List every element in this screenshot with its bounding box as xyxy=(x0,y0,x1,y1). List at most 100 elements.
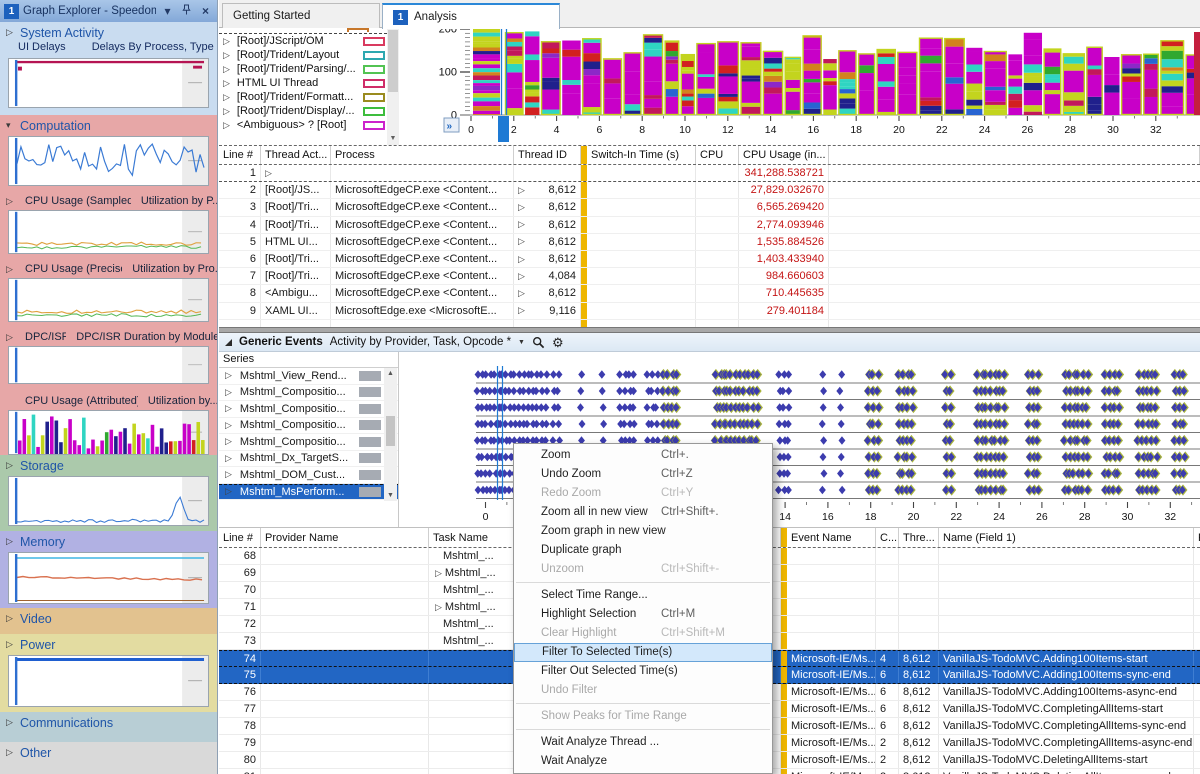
col-thread[interactable]: Thre... xyxy=(899,528,939,547)
thumbnail-memory[interactable] xyxy=(8,552,209,604)
tab-getting-started[interactable]: Getting Started xyxy=(222,3,380,28)
chevron-down-icon[interactable]: ▾ xyxy=(160,4,175,18)
legend-item[interactable]: ▷[Root]/JScript/OM xyxy=(219,34,387,48)
table-row[interactable]: 8<Ambigu...MicrosoftEdgeCP.exe <Content.… xyxy=(219,285,1200,302)
expander-icon[interactable]: ▷ xyxy=(518,288,525,299)
legend-item[interactable]: ▷HTML UI Thread xyxy=(219,76,387,90)
col-count[interactable]: C... xyxy=(876,528,899,547)
menu-item-wait-analyze[interactable]: Wait Analyze xyxy=(514,752,772,771)
col-name-field1[interactable]: Name (Field 1) xyxy=(939,528,1194,547)
preset-dropdown-icon[interactable]: ▼ xyxy=(518,339,525,346)
table-row[interactable]: 6[Root]/Tri...MicrosoftEdgeCP.exe <Conte… xyxy=(219,251,1200,268)
expander-icon[interactable]: ▷ xyxy=(265,168,272,179)
menu-item-zoom-graph-in-new-view[interactable]: Zoom graph in new view xyxy=(514,522,772,541)
section-title-storage[interactable]: ▷Storage xyxy=(0,455,217,474)
scrollbar-thumb[interactable] xyxy=(388,30,398,92)
col-f[interactable]: F... xyxy=(1194,528,1200,547)
expander-icon[interactable]: ▷ xyxy=(225,453,232,464)
expander-icon[interactable]: ▷ xyxy=(225,486,232,497)
section-title-power[interactable]: ▷Power xyxy=(0,634,217,653)
series-row[interactable]: ▷Mshtml_Dx_TargetS... xyxy=(219,451,398,468)
expander-icon[interactable]: ▷ xyxy=(225,436,232,447)
col-event-name[interactable]: Event Name xyxy=(787,528,876,547)
table-row[interactable]: 4[Root]/Tri...MicrosoftEdgeCP.exe <Conte… xyxy=(219,217,1200,234)
expander-icon[interactable]: ▷ xyxy=(223,50,230,61)
graph-caption-dpc-isr[interactable]: ▷DPC/ISRDPC/ISR Duration by Module... xyxy=(0,329,217,344)
table-row[interactable]: 1▷341,288.538721 xyxy=(219,165,1200,182)
table-row[interactable]: 5HTML UI...MicrosoftEdgeCP.exe <Content.… xyxy=(219,234,1200,251)
series-scrollbar[interactable]: ▲ ▼ xyxy=(384,368,397,501)
gear-icon[interactable]: ⚙ xyxy=(552,336,564,349)
expander-icon[interactable]: ▷ xyxy=(223,64,230,75)
menu-item-redo-zoom[interactable]: Redo ZoomCtrl+Y xyxy=(514,484,772,503)
col-switch-in-time[interactable]: Switch-In Time (s) xyxy=(587,146,696,164)
search-icon[interactable] xyxy=(532,336,545,349)
expander-icon[interactable]: ▷ xyxy=(435,568,442,579)
expander-icon[interactable]: ▷ xyxy=(225,469,232,480)
expander-icon[interactable]: ▷ xyxy=(518,271,525,282)
col-process[interactable]: Process xyxy=(331,146,514,164)
expander-icon[interactable]: ▷ xyxy=(223,106,230,117)
col-cpu[interactable]: CPU xyxy=(696,146,739,164)
legend-item[interactable]: ▷[Root]/Trident/Formatt... xyxy=(219,90,387,104)
col-cpu-usage[interactable]: CPU Usage (in...▼ xyxy=(739,146,829,164)
thumbnail-cpu-precise[interactable] xyxy=(8,278,209,322)
series-row[interactable]: ▷Mshtml_MsPerform... xyxy=(219,484,398,501)
collapse-icon[interactable] xyxy=(225,339,232,346)
table-row[interactable]: 2[Root]/JS...MicrosoftEdgeCP.exe <Conten… xyxy=(219,182,1200,199)
table-row[interactable]: 7[Root]/Tri...MicrosoftEdgeCP.exe <Conte… xyxy=(219,268,1200,285)
expander-icon[interactable]: ▷ xyxy=(223,120,230,131)
expander-icon[interactable]: ▷ xyxy=(518,185,525,196)
col-provider-name[interactable]: Provider Name xyxy=(261,528,429,547)
thumbnail-cpu-line[interactable] xyxy=(8,136,209,186)
section-title-video[interactable]: ▷Video xyxy=(0,608,217,627)
thumbnail-dpc-isr[interactable] xyxy=(8,346,209,384)
graph-caption-cpu-sampled[interactable]: ▷CPU Usage (Sampled)Utilization by P... xyxy=(0,193,217,208)
thumbnail-cpu-sampled[interactable] xyxy=(8,210,209,254)
menu-item-zoom-all-in-new-view[interactable]: Zoom all in new viewCtrl+Shift+. xyxy=(514,503,772,522)
menu-item-zoom[interactable]: ZoomCtrl+. xyxy=(514,446,772,465)
graph-caption-cpu-precise[interactable]: ▷CPU Usage (Precise)Utilization by Pro..… xyxy=(0,261,217,276)
thumbnail-power[interactable] xyxy=(8,655,209,707)
expander-icon[interactable]: ▷ xyxy=(518,219,525,230)
scroll-down-arrow[interactable]: ▼ xyxy=(384,490,397,501)
expander-icon[interactable]: ▷ xyxy=(223,78,230,89)
series-row[interactable]: ▷Mshtml_Compositio... xyxy=(219,418,398,435)
tab-analysis[interactable]: 1Analysis xyxy=(382,3,560,29)
expander-icon[interactable]: ▷ xyxy=(518,236,525,247)
expander-icon[interactable]: ▷ xyxy=(225,420,232,431)
expander-icon[interactable]: ▷ xyxy=(518,202,525,213)
legend-item[interactable]: ▷<Ambiguous> ? [Root] xyxy=(219,118,387,132)
col-thread-activity[interactable]: Thread Act... xyxy=(261,146,331,164)
legend-scrollbar[interactable]: ▼ xyxy=(387,28,399,145)
series-row[interactable]: ▷Mshtml_View_Rend... xyxy=(219,368,398,385)
col-thread-id[interactable]: Thread ID xyxy=(514,146,581,164)
expander-icon[interactable]: ▷ xyxy=(435,602,442,613)
table-row[interactable]: 3[Root]/Tri...MicrosoftEdgeCP.exe <Conte… xyxy=(219,199,1200,216)
section-title-other[interactable]: ▷Other xyxy=(0,742,217,761)
graph-caption-cpu-attributed[interactable]: CPU Usage (Attributed)Utilization by... xyxy=(0,393,217,408)
menu-item-undo-filter[interactable]: Undo Filter xyxy=(514,681,772,700)
table-row[interactable] xyxy=(219,320,1200,327)
section-title-system-activity[interactable]: ▷System Activity xyxy=(0,22,217,41)
expander-icon[interactable]: ▷ xyxy=(223,36,230,47)
expander-icon[interactable]: ▷ xyxy=(223,92,230,103)
thread-activity-chart[interactable]: 200100002468101214161820222426283032» xyxy=(399,28,1200,145)
menu-item-filter-out-selected-time-s[interactable]: Filter Out Selected Time(s) xyxy=(514,662,772,681)
legend-partial-row[interactable] xyxy=(219,28,387,34)
legend-item[interactable]: ▷[Root]/Trident/Layout xyxy=(219,48,387,62)
series-row[interactable]: ▷Mshtml_Compositio... xyxy=(219,385,398,402)
expander-icon[interactable]: ▷ xyxy=(518,305,525,316)
menu-item-select-time-range[interactable]: Select Time Range... xyxy=(514,586,772,605)
col-line[interactable]: Line # xyxy=(219,146,261,164)
expander-icon[interactable]: ▷ xyxy=(518,254,525,265)
expander-icon[interactable]: ▷ xyxy=(225,370,232,381)
table-row[interactable]: 9XAML UI...MicrosoftEdge.exe <MicrosoftE… xyxy=(219,303,1200,320)
pin-icon[interactable] xyxy=(179,4,194,18)
expander-icon[interactable]: ▷ xyxy=(225,403,232,414)
close-icon[interactable]: × xyxy=(198,4,213,18)
legend-item[interactable]: ▷[Root]/Trident/Display/... xyxy=(219,104,387,118)
thumbnail-ui-delays[interactable] xyxy=(8,58,209,108)
section-title-computation[interactable]: ▾Computation xyxy=(0,115,217,134)
menu-item-clear-highlight[interactable]: Clear HighlightCtrl+Shift+M xyxy=(514,624,772,643)
